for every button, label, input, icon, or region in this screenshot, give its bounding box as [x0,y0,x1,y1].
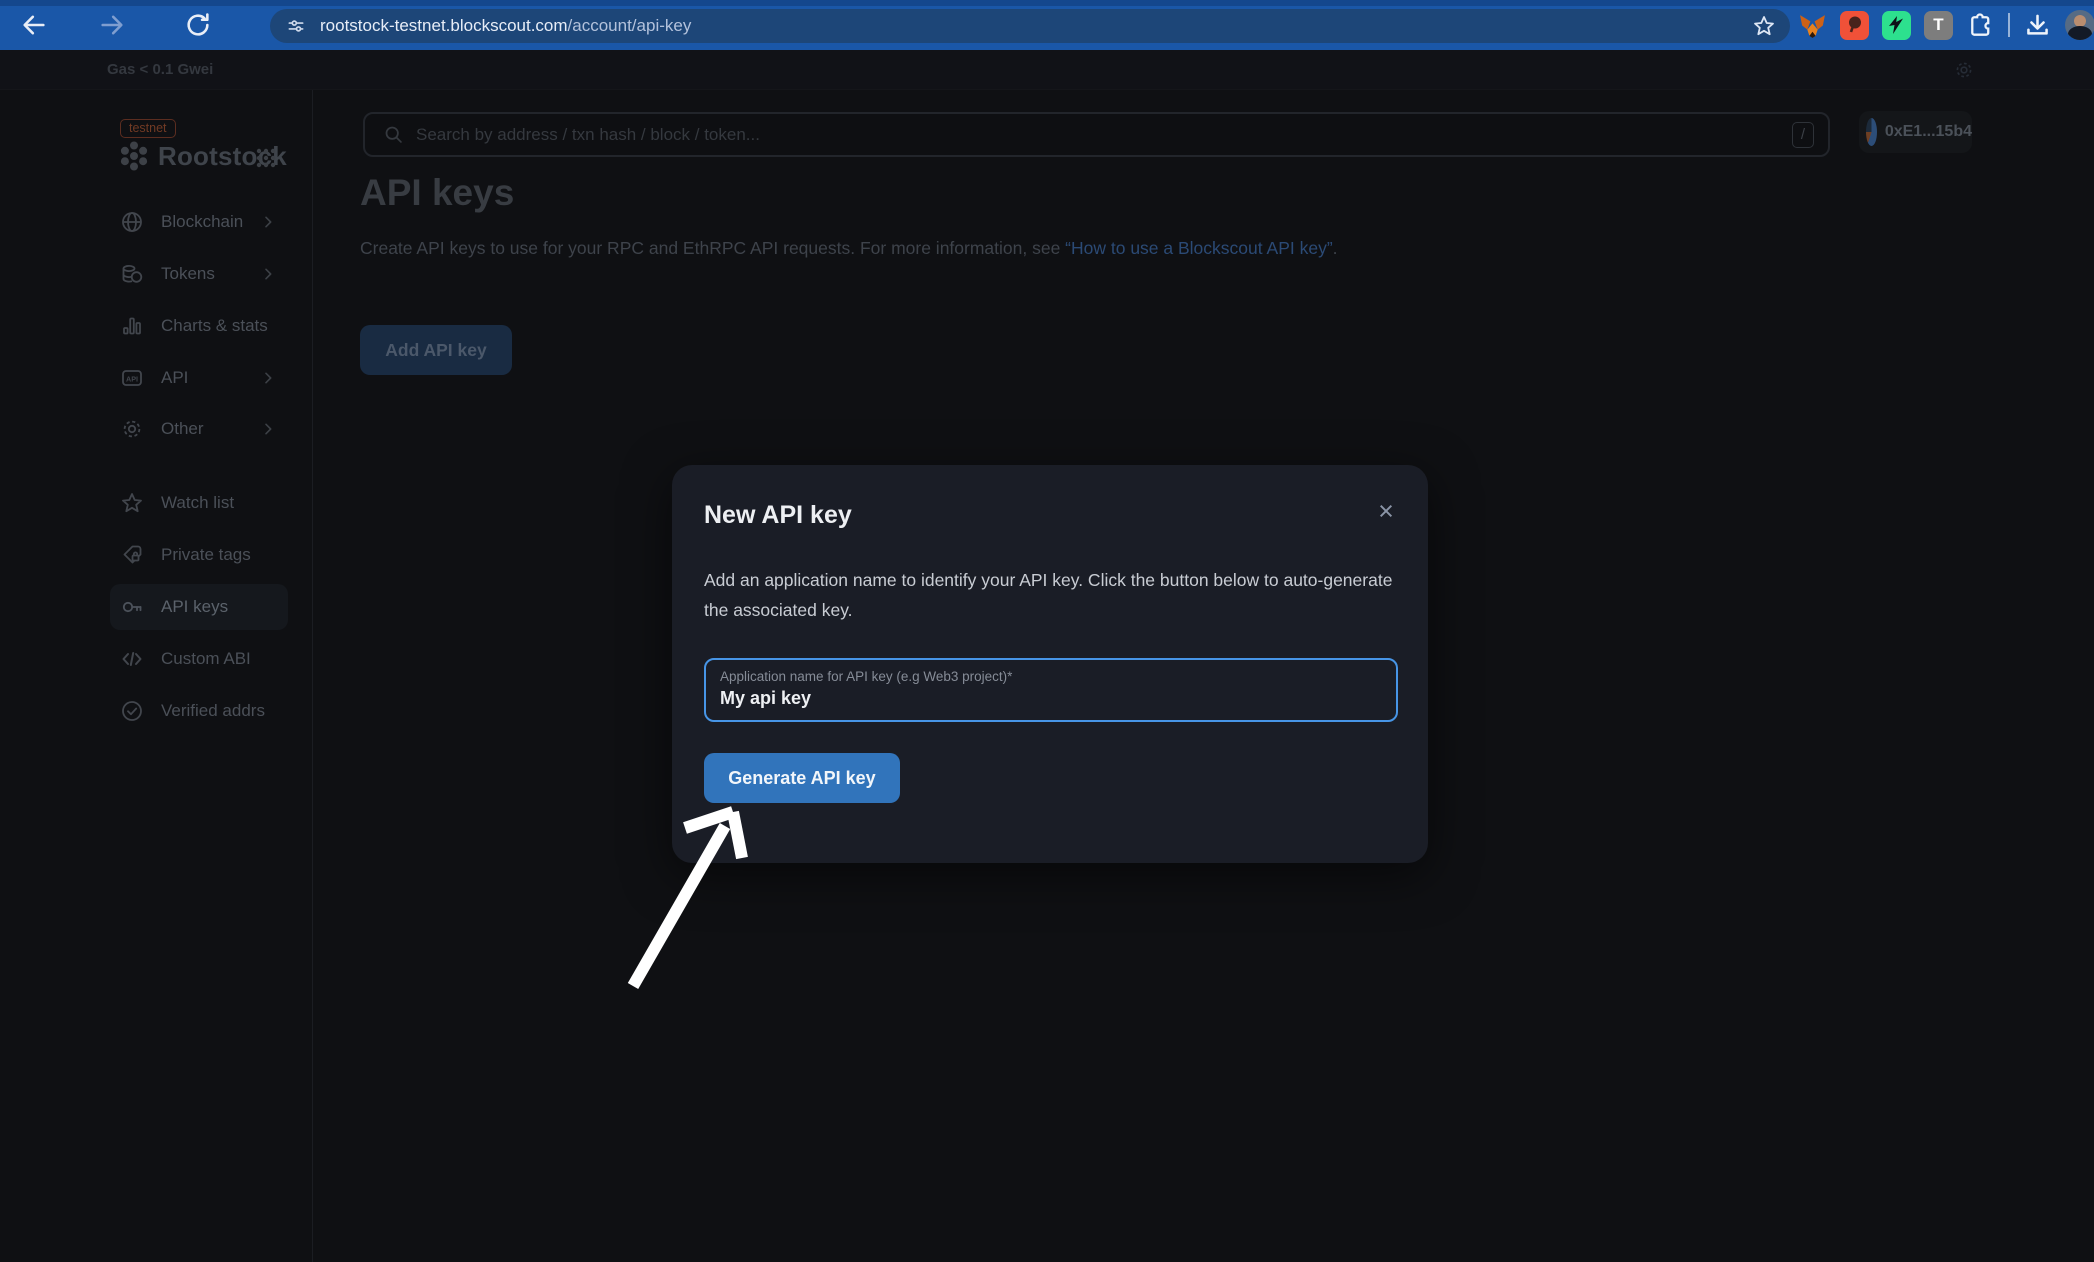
rootstock-logo-icon [116,138,152,174]
check-circle-icon [120,699,144,723]
modal-title: New API key [704,501,852,530]
url-path: /account/api-key [568,16,692,35]
sidebar-item-verified-addrs[interactable]: Verified addrs [110,690,288,732]
close-icon[interactable]: × [1370,495,1402,527]
sidebar-item-custom-abi[interactable]: Custom ABI [110,638,288,680]
browser-profile-avatar[interactable] [2065,10,2094,40]
chevron-right-icon [260,214,276,230]
application-name-input[interactable] [720,688,1370,709]
network-badge: testnet [120,119,176,138]
browser-forward-icon[interactable] [98,11,126,39]
chevron-right-icon [260,370,276,386]
t-extension-icon[interactable]: T [1924,11,1953,40]
browser-back-icon[interactable] [20,11,48,39]
t-extension-label: T [1933,15,1943,35]
sidebar-item-charts-stats[interactable]: Charts & stats [110,305,288,347]
site-settings-icon[interactable] [286,16,306,36]
sidebar-item-label: Blockchain [161,212,243,232]
chevron-right-icon [260,421,276,437]
url-text[interactable]: rootstock-testnet.blockscout.com/account… [320,16,691,36]
key-icon [120,595,144,619]
sidebar-item-blockchain[interactable]: Blockchain [110,201,288,243]
modal-description: Add an application name to identify your… [704,565,1398,625]
application-name-field[interactable]: Application name for API key (e.g Web3 p… [704,658,1398,722]
svg-text:API: API [126,374,138,383]
how-to-use-link[interactable]: “How to use a Blockscout API key” [1065,238,1332,258]
sidebar-item-label: Charts & stats [161,316,268,336]
metamask-extension-icon[interactable] [1798,11,1827,40]
star-icon [120,491,144,515]
sidebar-item-label: Watch list [161,493,234,513]
browser-reload-icon[interactable] [184,11,212,39]
screen: rootstock-testnet.blockscout.com/account… [0,0,2094,1262]
globe-icon [120,210,144,234]
add-api-key-button[interactable]: Add API key [360,325,512,375]
page-title: API keys [360,172,514,214]
bookmark-star-icon[interactable] [1752,14,1776,38]
search-input[interactable] [416,125,1792,145]
search-bar[interactable]: / [363,112,1830,157]
address-bar[interactable]: rootstock-testnet.blockscout.com/account… [270,9,1790,43]
api-badge-icon: API [120,366,144,390]
apps-grid-icon[interactable] [254,146,278,170]
settings-gear-icon[interactable] [1953,59,1975,81]
browser-toolbar: rootstock-testnet.blockscout.com/account… [0,0,2094,50]
code-icon [120,647,144,671]
avatar-body [2068,26,2092,40]
extension-row: T [1798,10,2094,40]
sidebar-item-api-keys[interactable]: API keys [110,584,288,630]
sidebar-item-label: Tokens [161,264,215,284]
sidebar-item-other[interactable]: Other [110,408,288,450]
sidebar-item-private-tags[interactable]: Private tags [110,534,288,576]
sidebar-item-label: Verified addrs [161,701,265,721]
search-shortcut-hint: / [1792,122,1814,148]
toolbar-separator [2008,13,2010,37]
extensions-puzzle-icon[interactable] [1966,11,1995,40]
annotation-arrow [600,780,810,1010]
sidebar-item-label: Other [161,419,204,439]
account-address: 0xE1...15b4 [1885,123,1972,141]
chevron-right-icon [260,266,276,282]
url-host: rootstock-testnet.blockscout.com [320,16,568,35]
coins-icon [120,262,144,286]
download-icon[interactable] [2023,11,2052,40]
application-name-label: Application name for API key (e.g Web3 p… [720,669,1012,684]
gear-icon [120,417,144,441]
green-extension-icon[interactable] [1882,11,1911,40]
sidebar-item-api[interactable]: API API [110,357,288,399]
sidebar-item-tokens[interactable]: Tokens [110,253,288,295]
gas-topbar: Gas < 0.1 Gwei [0,50,2094,90]
sidebar-item-label: Custom ABI [161,649,251,669]
bar-chart-icon [120,314,144,338]
window-top-strip [0,0,2094,6]
sidebar-item-label: Private tags [161,545,251,565]
description-text: Create API keys to use for your RPC and … [360,238,1065,258]
gas-tracker-label: Gas < 0.1 Gwei [107,61,213,78]
sidebar-item-label: API keys [161,597,228,617]
tag-lock-icon [120,543,144,567]
red-extension-icon[interactable] [1840,11,1869,40]
sidebar-item-watch-list[interactable]: Watch list [110,482,288,524]
page-description: Create API keys to use for your RPC and … [360,238,1338,259]
search-icon [383,124,404,145]
account-chip[interactable]: 0xE1...15b4 [1859,111,1972,153]
description-suffix: . [1333,238,1338,258]
sidebar-item-label: API [161,368,188,388]
sidebar: testnet Rootstock Blockchain Tokens Char… [0,90,313,1262]
account-avatar [1866,118,1877,146]
